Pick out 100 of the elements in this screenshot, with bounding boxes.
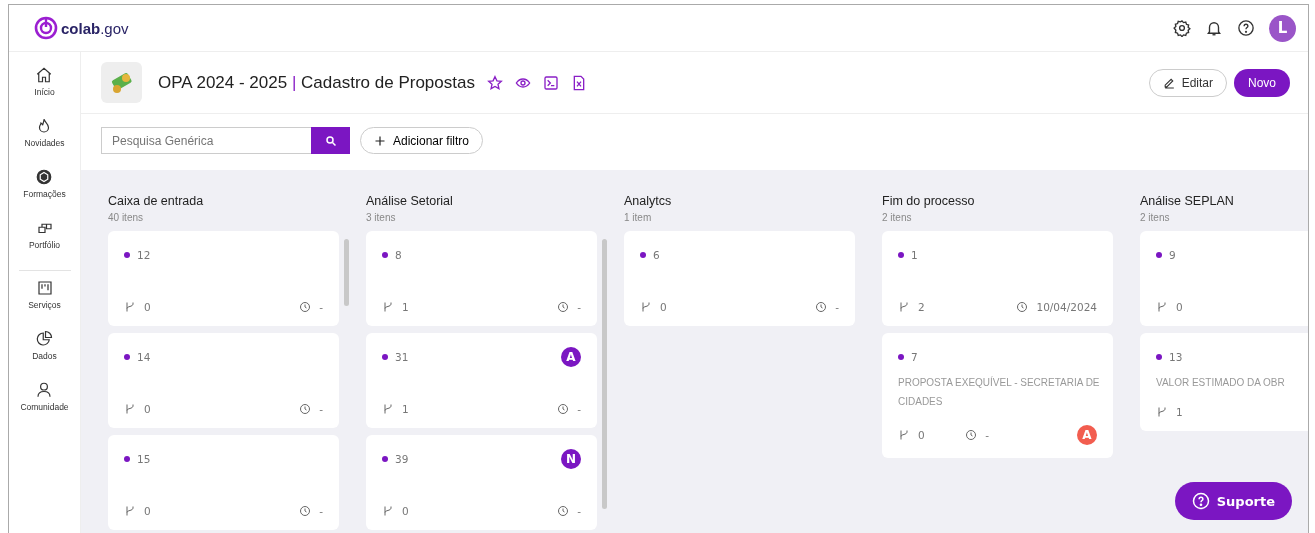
logo-text[interactable]: colab.gov [61,19,129,37]
card-background[interactable]: 39 N 0 - [366,435,597,530]
card-background[interactable]: 1 2 10/04/2024 [882,231,1113,326]
clock-icon [299,301,312,313]
column-title: Analytcs [624,194,673,208]
card-number: 12 [137,249,151,261]
status-dot [124,456,130,462]
branch-count: 2 [918,301,925,313]
logo-icon [34,16,58,40]
home-icon [35,66,54,84]
item-count: 2 itens [882,212,913,223]
column-title: Fim do processo [882,194,976,208]
branch-icon [382,403,394,415]
card-number: 8 [395,249,402,261]
clock-icon [557,505,570,517]
pencil-icon [1162,76,1176,89]
branch-icon [898,301,910,313]
clock-icon [299,403,312,415]
column-title: Análise SEPLAN [1140,194,1235,208]
card-background[interactable]: 8 1 - [366,231,597,326]
clock-icon [557,403,570,415]
sidebar-item[interactable]: Portfólio [28,219,61,259]
branch-count: 1 [1176,406,1183,418]
branch-icon [124,403,136,415]
sidebar-item[interactable]: Formações [23,168,66,208]
branch-icon [1156,301,1168,313]
card-background[interactable]: 13 VALOR ESTIMADO DA OBR 1 [1140,333,1308,431]
card-number: 15 [137,453,151,465]
card-background[interactable]: 12 0 - [108,231,339,326]
clock-icon [815,301,828,313]
branch-icon [898,429,910,441]
scrollbar[interactable] [344,239,349,306]
money-icon [101,62,142,103]
new-button[interactable]: Novo [1234,68,1290,97]
branch-count: 1 [402,301,409,313]
sidebar-item[interactable]: Serviços [28,279,61,319]
scrollbar[interactable] [602,239,607,509]
branch-count: 0 [918,429,925,441]
card-background[interactable]: 6 0 - [624,231,855,326]
card-number: 7 [911,351,918,363]
card-background[interactable]: 7 PROPOSTA EXEQUÍVEL - SECRETARIA DE CIDADES 0 - A [882,333,1113,458]
status-dot [124,354,130,360]
status-dot [898,252,904,258]
branch-icon [124,301,136,313]
branch-count: 0 [1176,301,1183,313]
column-title: Análise Setorial [366,194,454,208]
card-number: 1 [911,249,918,261]
branch-count: 1 [402,403,409,415]
card-background[interactable]: 31 A 1 - [366,333,597,428]
status-dot [898,354,904,360]
card-title: VALOR ESTIMADO DA OBR [1156,376,1286,390]
sidebar-item[interactable]: Comunidade [20,381,69,421]
card-number: 39 [395,453,409,465]
search-icon [324,134,337,147]
clock-icon [557,301,570,313]
cube-icon [35,168,54,186]
settings-icon[interactable] [1173,19,1191,37]
board-icon [35,279,54,297]
sidebar-item[interactable]: Dados [32,330,57,370]
branch-icon [382,301,394,313]
card-background[interactable]: 9 0 [1140,231,1308,326]
branch-count: 0 [144,505,151,517]
help-icon [1191,492,1210,510]
item-count: 1 item [624,212,653,223]
sidebar-item[interactable]: Início [34,66,55,106]
add-filter-button[interactable]: Adicionar filtro [360,127,484,154]
help-icon[interactable] [1237,19,1255,37]
card-number: 6 [653,249,660,261]
status-dot [640,252,646,258]
card-number: 31 [395,351,409,363]
page-title: OPA 2024 - 2025 | Cadastro de Propostas [158,72,475,93]
search-button[interactable] [311,127,350,154]
branch-icon [382,505,394,517]
user-avatar[interactable]: L [1269,14,1296,42]
card-number: 14 [137,351,151,363]
branch-count: 0 [144,301,151,313]
support-button[interactable]: Suporte [1174,482,1292,520]
sidebar-item[interactable]: Novidades [24,117,65,157]
clock-icon [299,505,312,517]
card-background[interactable]: 15 0 - [108,435,339,530]
due-date: - [985,429,989,441]
card-background[interactable]: 14 0 - [108,333,339,428]
card-number: 13 [1169,351,1183,363]
assignee-avatar: N [561,449,581,469]
status-dot [382,354,388,360]
star-icon[interactable] [486,74,503,91]
branch-icon [1156,406,1168,418]
assignee-avatar: A [1077,425,1097,445]
terminal-icon[interactable] [542,74,559,91]
branch-count: 0 [660,301,667,313]
due-date: - [319,403,323,415]
status-dot [382,456,388,462]
pie-chart-icon [35,330,54,348]
edit-button[interactable]: Editar [1148,68,1227,97]
search-field[interactable]: Pesquisa Genérica [101,127,311,154]
column-title: Caixa de entrada [108,194,205,208]
due-date: - [835,301,839,313]
item-count: 3 itens [366,212,397,223]
due-date: 10/04/2024 [1036,301,1097,313]
bell-icon[interactable] [1205,19,1223,37]
